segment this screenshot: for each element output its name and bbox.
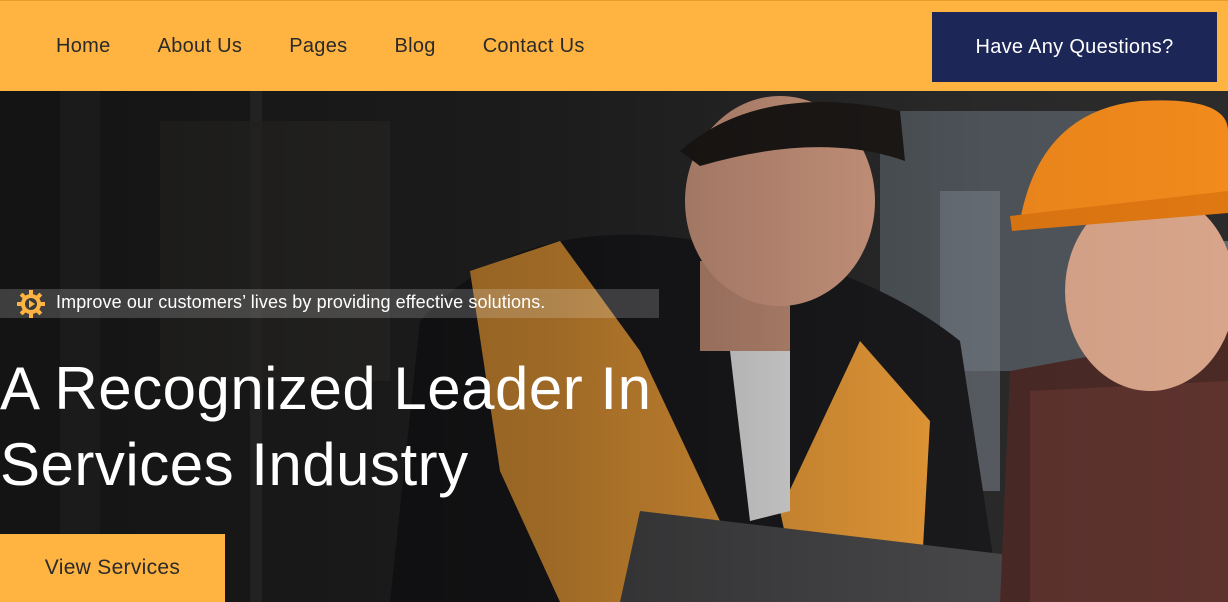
tagline-bar: Improve our customers’ lives by providin… bbox=[0, 289, 659, 318]
hero-headline: A Recognized Leader In Services Industry bbox=[0, 351, 651, 503]
hero-tagline: Improve our customers’ lives by providin… bbox=[56, 292, 546, 312]
nav-link-blog[interactable]: Blog bbox=[394, 35, 435, 58]
nav-link-home[interactable]: Home bbox=[56, 35, 111, 58]
hero-overlay bbox=[0, 91, 1228, 602]
nav-link-pages[interactable]: Pages bbox=[289, 35, 347, 58]
questions-button[interactable]: Have Any Questions? bbox=[932, 12, 1217, 82]
hero-section: Improve our customers’ lives by providin… bbox=[0, 91, 1228, 602]
view-services-button[interactable]: View Services bbox=[0, 534, 225, 602]
hero-headline-line2: Services Industry bbox=[0, 431, 469, 498]
top-navigation: Home About Us Pages Blog Contact Us Have… bbox=[0, 0, 1228, 91]
gear-play-icon bbox=[17, 290, 45, 318]
page: Home About Us Pages Blog Contact Us Have… bbox=[0, 0, 1228, 602]
nav-link-contact-us[interactable]: Contact Us bbox=[483, 35, 585, 58]
nav-links: Home About Us Pages Blog Contact Us bbox=[56, 1, 632, 92]
hero-headline-line1: A Recognized Leader In bbox=[0, 355, 652, 422]
nav-link-about-us[interactable]: About Us bbox=[158, 35, 243, 58]
